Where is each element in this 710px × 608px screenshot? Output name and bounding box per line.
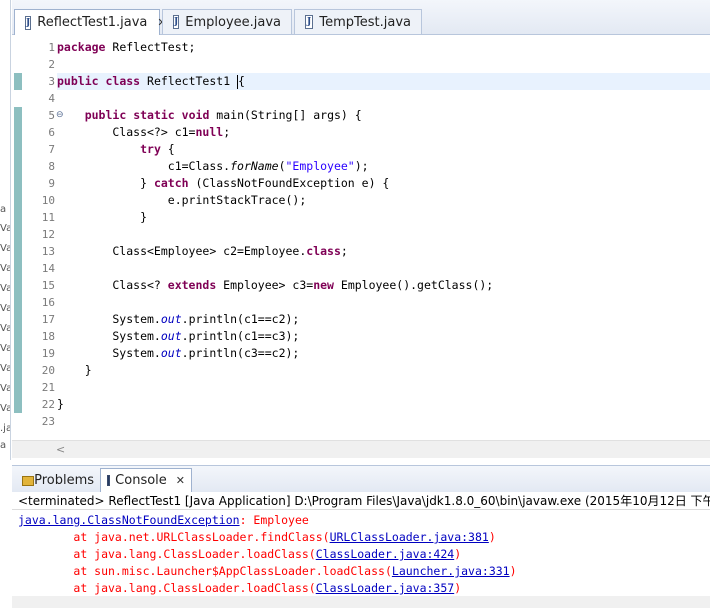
- line-number: 23: [41, 415, 55, 428]
- line-number: 14: [41, 262, 55, 275]
- line-number: 4: [48, 92, 55, 105]
- console-line: at java.net.URLClassLoader.findClass(URL…: [18, 530, 496, 544]
- text-cursor: [237, 74, 239, 89]
- line-number: 20: [41, 364, 55, 377]
- java-file-icon: J: [173, 15, 180, 29]
- line-number: 6: [48, 126, 55, 139]
- quick-diff-marker: [14, 107, 22, 413]
- line-number: 17: [41, 313, 55, 326]
- console-line: at java.lang.ClassLoader.loadClass(Class…: [18, 581, 462, 595]
- code-text[interactable]: package ReflectTest; public class Reflec…: [57, 35, 710, 440]
- line-number: 1: [48, 41, 55, 54]
- stack-trace-link[interactable]: ClassLoader.java:357: [316, 581, 454, 595]
- line-number: 21: [41, 381, 55, 394]
- line-number: 22: [41, 398, 55, 411]
- editor-horizontal-scrollbar[interactable]: <: [12, 440, 710, 458]
- java-file-icon: J: [25, 15, 32, 30]
- code-line: c1=Class.forName("Employee");: [57, 159, 369, 173]
- line-number: 2: [48, 58, 55, 71]
- scroll-left-icon[interactable]: <: [56, 443, 65, 456]
- stack-trace-link[interactable]: ClassLoader.java:424: [316, 547, 454, 561]
- line-number: 10: [41, 194, 55, 207]
- tab-employee[interactable]: J Employee.java: [162, 9, 292, 34]
- line-number: 9: [48, 177, 55, 190]
- explorer-fragment[interactable]: a: [0, 204, 10, 216]
- tab-temptest[interactable]: J TempTest.java: [294, 9, 422, 34]
- explorer-fragment[interactable]: .ja: [0, 423, 10, 435]
- line-number: 18: [41, 330, 55, 343]
- tab-label: Employee.java: [185, 14, 282, 30]
- line-number: 12: [41, 228, 55, 241]
- console-process-status: <terminated> ReflectTest1 [Java Applicat…: [12, 492, 710, 510]
- stack-trace-link[interactable]: URLClassLoader.java:381: [330, 530, 489, 544]
- line-number: 13: [41, 245, 55, 258]
- code-editor[interactable]: 1 2 3 4 5 ⊖ 6 7 8 9 10 11 12 13 14 15 16…: [12, 35, 710, 440]
- line-number: 7: [48, 143, 55, 156]
- tab-label: Problems: [34, 472, 94, 488]
- quick-diff-marker: [14, 73, 22, 90]
- code-line: Class<Employee> c2=Employee.class;: [57, 244, 348, 258]
- explorer-fragment[interactable]: Va: [0, 343, 10, 355]
- explorer-fragment[interactable]: Va: [0, 263, 10, 275]
- stack-trace-link[interactable]: Launcher.java:331: [392, 564, 510, 578]
- tab-label: Console: [115, 473, 167, 488]
- tab-label: TempTest.java: [319, 14, 411, 30]
- explorer-fragment[interactable]: Va: [0, 383, 10, 395]
- line-number: 11: [41, 211, 55, 224]
- code-line: e.printStackTrace();: [57, 193, 307, 207]
- package-explorer-edge: a Va Va Va Va Va Va Va Va Va Va .ja a: [0, 0, 11, 460]
- code-line: Class<?> c1=null;: [57, 125, 231, 139]
- code-line: }: [57, 397, 64, 411]
- line-number: 16: [41, 296, 55, 309]
- line-number: 19: [41, 347, 55, 360]
- console-line: at sun.misc.Launcher$AppClassLoader.load…: [18, 564, 517, 578]
- line-number-gutter: 1 2 3 4 5 ⊖ 6 7 8 9 10 11 12 13 14 15 16…: [22, 35, 64, 440]
- console-output[interactable]: java.lang.ClassNotFoundException: Employ…: [12, 511, 710, 596]
- explorer-fragment[interactable]: Va: [0, 303, 10, 315]
- console-horizontal-scrollbar[interactable]: [12, 596, 710, 608]
- code-line: }: [57, 363, 92, 377]
- code-line: } catch (ClassNotFoundException e) {: [57, 176, 390, 190]
- code-line-current: public class ReflectTest1 {: [57, 73, 710, 90]
- console-line: java.lang.ClassNotFoundException: Employ…: [18, 513, 309, 527]
- code-line: System.out.println(c1==c3);: [57, 329, 300, 343]
- problems-icon: [22, 474, 35, 486]
- explorer-fragment[interactable]: Va: [0, 363, 10, 375]
- code-line: }: [57, 210, 148, 224]
- explorer-fragment[interactable]: Va: [0, 323, 10, 335]
- code-line: package ReflectTest;: [57, 40, 196, 54]
- close-icon[interactable]: ✕: [176, 474, 185, 487]
- explorer-fragment[interactable]: Va: [0, 243, 10, 255]
- editor-tab-bar: J ReflectTest1.java ✕ J Employee.java J …: [12, 0, 710, 35]
- bottom-view-tab-bar: Problems Console ✕: [12, 465, 710, 493]
- console-icon: [107, 475, 111, 486]
- code-line: public static void main(String[] args) {: [84, 108, 362, 122]
- tab-console[interactable]: Console ✕: [100, 468, 192, 492]
- tab-reflecttest1[interactable]: J ReflectTest1.java ✕: [14, 9, 167, 35]
- explorer-fragment[interactable]: Va: [0, 403, 10, 415]
- console-line: at java.lang.ClassLoader.loadClass(Class…: [18, 547, 462, 561]
- code-line: Class<? extends Employee> c3=new Employe…: [57, 278, 494, 292]
- tab-label: ReflectTest1.java: [37, 15, 148, 30]
- line-number: 15: [41, 279, 55, 292]
- line-number: 5: [48, 109, 55, 122]
- code-line: System.out.println(c1==c2);: [57, 312, 300, 326]
- code-line: System.out.println(c3==c2);: [57, 346, 300, 360]
- tab-problems[interactable]: Problems: [16, 468, 100, 492]
- code-line: try {: [140, 142, 175, 156]
- line-number: 8: [48, 160, 55, 173]
- line-number: 3: [48, 75, 55, 88]
- exception-link[interactable]: java.lang.ClassNotFoundException: [18, 513, 240, 527]
- java-file-icon: J: [305, 15, 314, 29]
- explorer-fragment[interactable]: Va: [0, 223, 10, 235]
- explorer-fragment[interactable]: a: [0, 440, 10, 452]
- explorer-fragment[interactable]: Va: [0, 283, 10, 295]
